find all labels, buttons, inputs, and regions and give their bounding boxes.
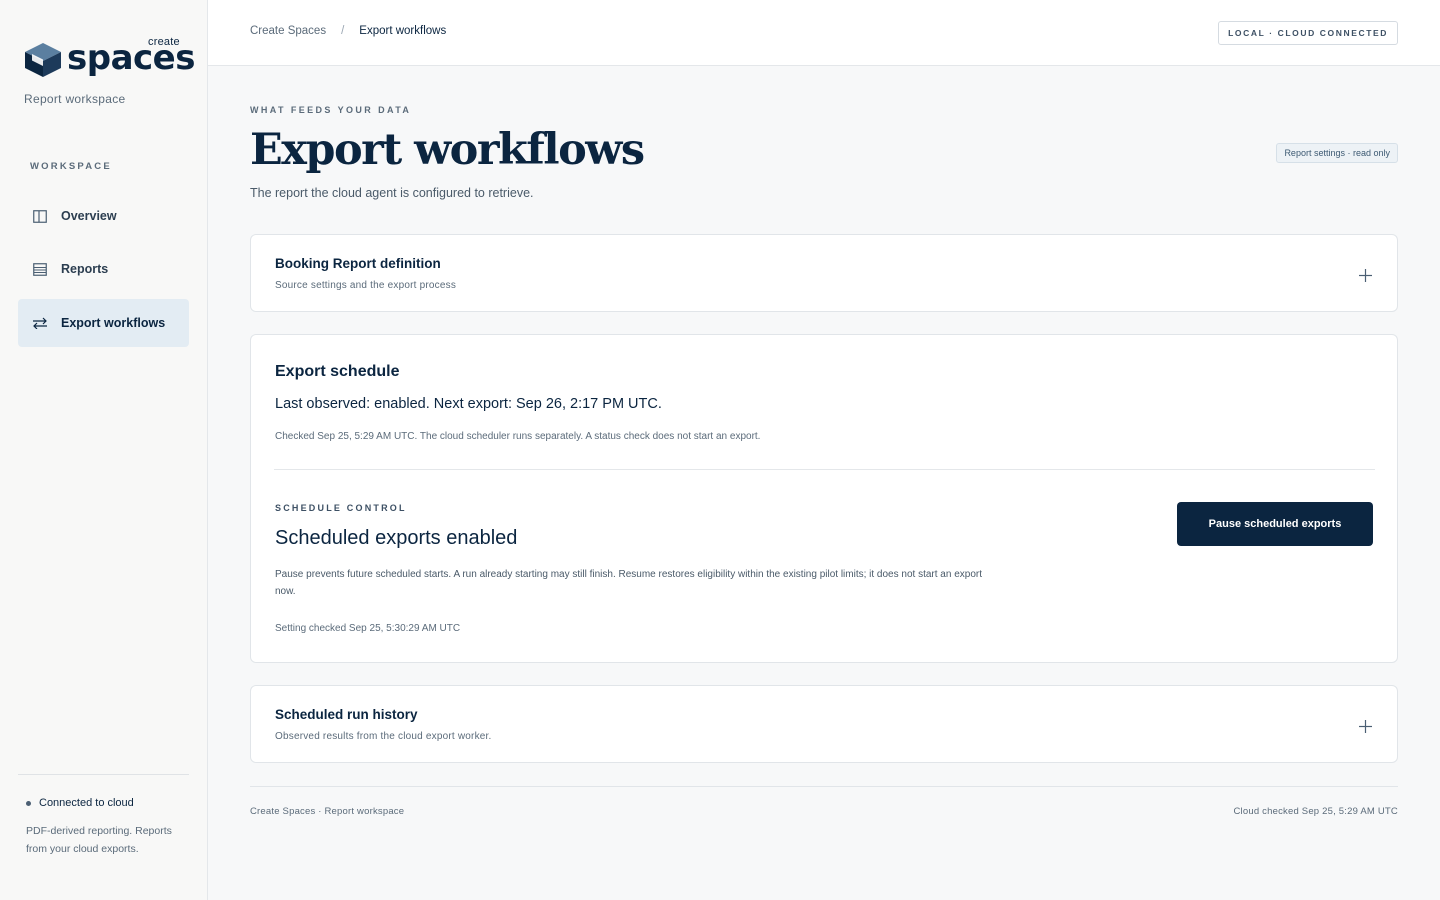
connection-status: Connected to cloud <box>26 797 134 809</box>
schedule-control-eyebrow: SCHEDULE CONTROL <box>275 503 407 513</box>
sidebar-divider <box>18 774 189 775</box>
cube-logo-icon <box>25 43 61 77</box>
run-history-title: Scheduled run history <box>275 707 418 722</box>
sidebar: create spaces Report workspace WORKSPACE… <box>0 0 208 900</box>
page-eyebrow: WHAT FEEDS YOUR DATA <box>250 105 412 115</box>
footer-divider <box>250 786 1398 787</box>
panel-icon <box>32 208 48 224</box>
breadcrumb-separator: / <box>341 25 345 37</box>
footer-cloud-checked: Cloud checked Sep 25, 5:29 AM UTC <box>1233 806 1398 817</box>
expand-definition-button[interactable] <box>1355 265 1375 285</box>
export-schedule-title: Export schedule <box>275 363 400 380</box>
brand-logo[interactable]: create spaces <box>24 36 195 80</box>
export-schedule-card: Export schedule Last observed: enabled. … <box>250 334 1398 663</box>
breadcrumb-root-link[interactable]: Create Spaces <box>250 25 326 37</box>
run-history-subtitle: Observed results from the cloud export w… <box>275 731 492 742</box>
sidebar-item-reports[interactable]: Reports <box>18 245 189 293</box>
nav-heading: WORKSPACE <box>30 161 112 172</box>
schedule-control-state: Scheduled exports enabled <box>275 527 518 549</box>
sidebar-item-overview[interactable]: Overview <box>18 192 189 240</box>
breadcrumb-current: Export workflows <box>359 25 447 37</box>
definition-card-subtitle: Source settings and the export process <box>275 280 457 291</box>
status-dot-icon <box>26 800 31 806</box>
top-bar: Create Spaces / Export workflows LOCAL ·… <box>208 0 1440 66</box>
expand-run-history-button[interactable] <box>1355 716 1375 736</box>
page-subtitle: The report the cloud agent is configured… <box>250 186 534 200</box>
plus-icon <box>1358 268 1372 282</box>
connection-badge: LOCAL · CLOUD CONNECTED <box>1218 21 1398 45</box>
sidebar-item-label: Overview <box>61 209 117 223</box>
sidebar-note: PDF-derived reporting. Reports from your… <box>26 825 172 855</box>
plus-icon <box>1358 719 1372 733</box>
brand-wordmark: spaces <box>67 38 195 78</box>
schedule-divider <box>274 469 1375 470</box>
run-history-card[interactable]: Scheduled run history Observed results f… <box>250 685 1398 763</box>
definition-card[interactable]: Booking Report definition Source setting… <box>250 234 1398 312</box>
schedule-control-description: Pause prevents future scheduled starts. … <box>275 569 982 597</box>
workspace-subtitle: Report workspace <box>24 92 126 106</box>
pause-scheduled-exports-button[interactable]: Pause scheduled exports <box>1177 502 1373 546</box>
swap-arrows-icon <box>32 315 48 331</box>
footer-left-text: Create Spaces · Report workspace <box>250 806 405 817</box>
list-icon <box>32 261 48 277</box>
breadcrumb: Create Spaces / Export workflows <box>250 25 446 37</box>
sidebar-item-export-workflows[interactable]: Export workflows <box>18 299 189 347</box>
page-title: Export workflows <box>250 125 645 175</box>
sidebar-item-label: Reports <box>61 262 109 276</box>
main-content: WHAT FEEDS YOUR DATA Export workflows Th… <box>250 66 1398 900</box>
setting-checked-timestamp: Setting checked Sep 25, 5:30:29 AM UTC <box>275 623 461 634</box>
schedule-checked-note: Checked Sep 25, 5:29 AM UTC. The cloud s… <box>275 431 761 442</box>
settings-read-only-badge: Report settings · read only <box>1276 143 1398 163</box>
schedule-observed-status: Last observed: enabled. Next export: Sep… <box>275 396 662 412</box>
sidebar-item-label: Export workflows <box>61 316 166 330</box>
definition-card-title: Booking Report definition <box>275 256 441 271</box>
connection-status-text: Connected to cloud <box>39 797 134 809</box>
